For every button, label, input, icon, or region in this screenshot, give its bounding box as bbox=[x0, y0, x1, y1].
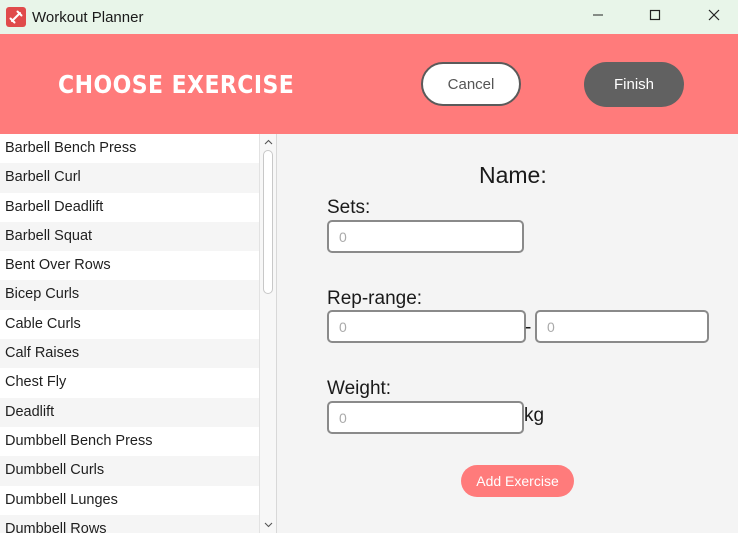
list-scrollbar[interactable] bbox=[259, 134, 276, 533]
list-item[interactable]: Cable Curls bbox=[0, 309, 259, 340]
rep-max-input[interactable] bbox=[535, 310, 709, 343]
name-label: Name: bbox=[479, 162, 547, 188]
list-item[interactable]: Dumbbell Bench Press bbox=[0, 426, 259, 457]
sets-input[interactable] bbox=[327, 220, 524, 253]
title-bar: Workout Planner bbox=[0, 0, 738, 34]
page-title: CHOOSE EXERCISE bbox=[58, 70, 295, 99]
list-item[interactable]: Dumbbell Curls bbox=[0, 456, 259, 486]
exercise-list-panel: Barbell Bench Press Barbell Curl Barbell… bbox=[0, 134, 277, 533]
window-title: Workout Planner bbox=[32, 8, 144, 26]
rep-min-input[interactable] bbox=[327, 310, 526, 343]
scroll-down-button[interactable] bbox=[260, 519, 276, 531]
list-item[interactable]: Barbell Curl bbox=[0, 163, 259, 193]
scroll-thumb[interactable] bbox=[263, 150, 273, 294]
list-item[interactable]: Chest Fly bbox=[0, 368, 259, 398]
sets-label: Sets: bbox=[327, 197, 371, 218]
weight-input[interactable] bbox=[327, 401, 524, 434]
list-item[interactable]: Barbell Deadlift bbox=[0, 192, 259, 222]
chevron-up-icon bbox=[264, 139, 272, 145]
weight-unit: kg bbox=[524, 405, 545, 426]
dumbbell-icon bbox=[6, 7, 26, 27]
cancel-button[interactable]: Cancel bbox=[421, 62, 521, 106]
exercise-list[interactable]: Barbell Bench Press Barbell Curl Barbell… bbox=[0, 134, 259, 533]
rep-separator: - bbox=[525, 317, 532, 338]
minimize-icon bbox=[593, 14, 603, 16]
list-item[interactable]: Bicep Curls bbox=[0, 280, 259, 310]
finish-button[interactable]: Finish bbox=[584, 62, 684, 107]
scroll-up-button[interactable] bbox=[260, 136, 276, 148]
maximize-button[interactable] bbox=[627, 0, 683, 30]
list-item[interactable]: Dumbbell Lunges bbox=[0, 485, 259, 515]
close-icon bbox=[708, 9, 720, 21]
list-item[interactable]: Barbell Bench Press bbox=[0, 134, 259, 164]
exercise-form: Name: Sets: Rep-range: - Weight: kg Add … bbox=[277, 134, 738, 533]
list-item[interactable]: Barbell Squat bbox=[0, 221, 259, 252]
list-item[interactable]: Bent Over Rows bbox=[0, 251, 259, 281]
header-bar: CHOOSE EXERCISE Cancel Finish bbox=[0, 34, 738, 134]
close-button[interactable] bbox=[686, 0, 738, 30]
rep-range-label: Rep-range: bbox=[327, 288, 423, 309]
weight-label: Weight: bbox=[327, 378, 392, 399]
list-item[interactable]: Calf Raises bbox=[0, 339, 259, 369]
minimize-button[interactable] bbox=[570, 0, 626, 30]
list-item[interactable]: Deadlift bbox=[0, 397, 259, 427]
chevron-down-icon bbox=[264, 522, 272, 528]
list-item[interactable]: Dumbbell Rows bbox=[0, 514, 259, 533]
maximize-icon bbox=[649, 9, 661, 21]
add-exercise-button[interactable]: Add Exercise bbox=[461, 465, 574, 497]
